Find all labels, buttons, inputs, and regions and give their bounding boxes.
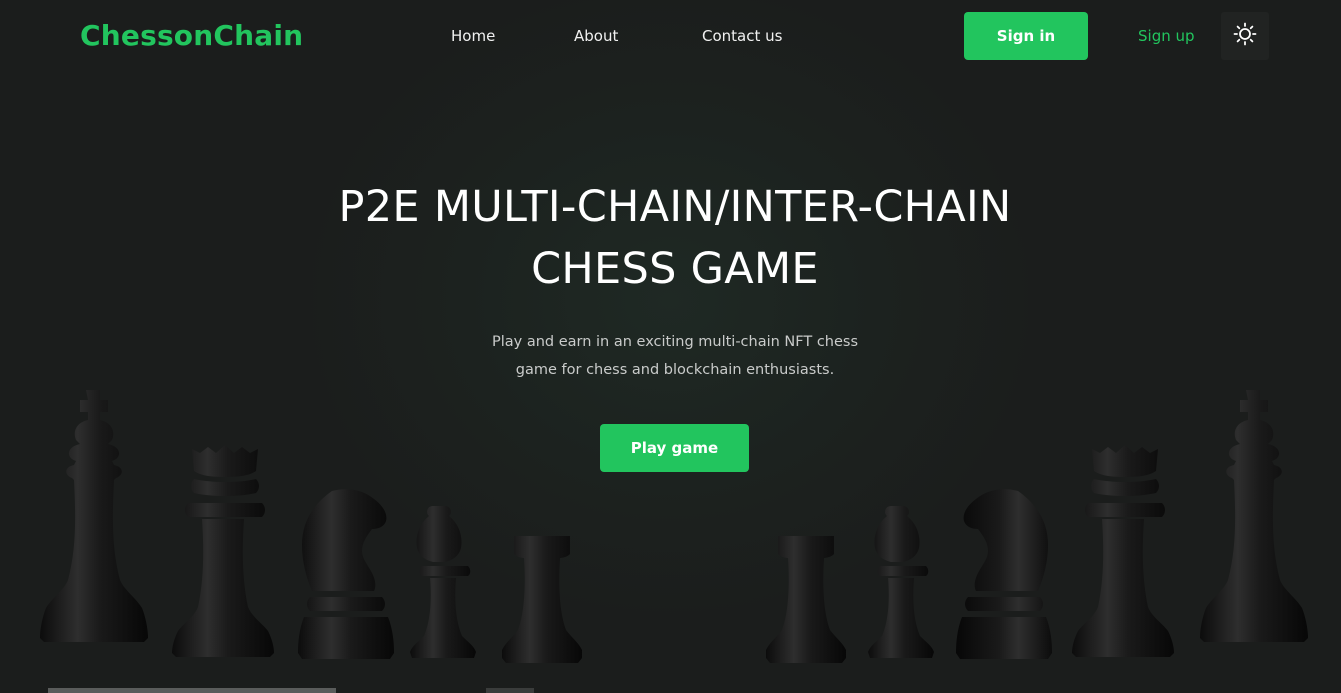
king-piece-left <box>38 388 150 663</box>
queen-piece-right <box>1072 443 1178 663</box>
sign-up-link[interactable]: Sign up <box>1138 26 1195 46</box>
sign-in-button[interactable]: Sign in <box>964 12 1088 60</box>
nav-link-contact[interactable]: Contact us <box>702 26 782 46</box>
hero-subtitle-line-2: game for chess and blockchain enthusiast… <box>515 362 835 378</box>
hero-subtitle: Play and earn in an exciting multi-chain… <box>470 328 880 384</box>
knight-piece-right <box>956 487 1052 663</box>
king-piece-right <box>1198 388 1310 663</box>
bishop-piece-right <box>866 506 940 663</box>
nav-link-home[interactable]: Home <box>451 26 495 46</box>
brand-logo[interactable]: ChessonChain <box>80 16 303 56</box>
play-game-button[interactable]: Play game <box>600 424 749 472</box>
scroll-hint-strip <box>48 688 336 693</box>
hero-subtitle-line-1: Play and earn in an exciting multi-chain… <box>491 334 859 350</box>
rook-piece-left <box>500 536 584 663</box>
landing-page: ChessonChain Home About Contact us Sign … <box>0 0 1341 693</box>
scroll-hint-strip-small <box>486 688 534 693</box>
hero-title-line-2: CHESS GAME <box>531 244 819 294</box>
nav-link-about[interactable]: About <box>574 26 618 46</box>
queen-piece-left <box>172 443 278 663</box>
bishop-piece-left <box>408 506 482 663</box>
theme-toggle-button[interactable] <box>1221 12 1269 60</box>
knight-piece-left <box>298 487 394 663</box>
hero-title-line-1: P2E MULTI-CHAIN/INTER-CHAIN <box>338 182 1012 232</box>
hero-title: P2E MULTI-CHAIN/INTER-CHAIN CHESS GAME <box>270 176 1080 300</box>
sun-icon <box>1233 22 1257 50</box>
rook-piece-right <box>764 536 848 663</box>
